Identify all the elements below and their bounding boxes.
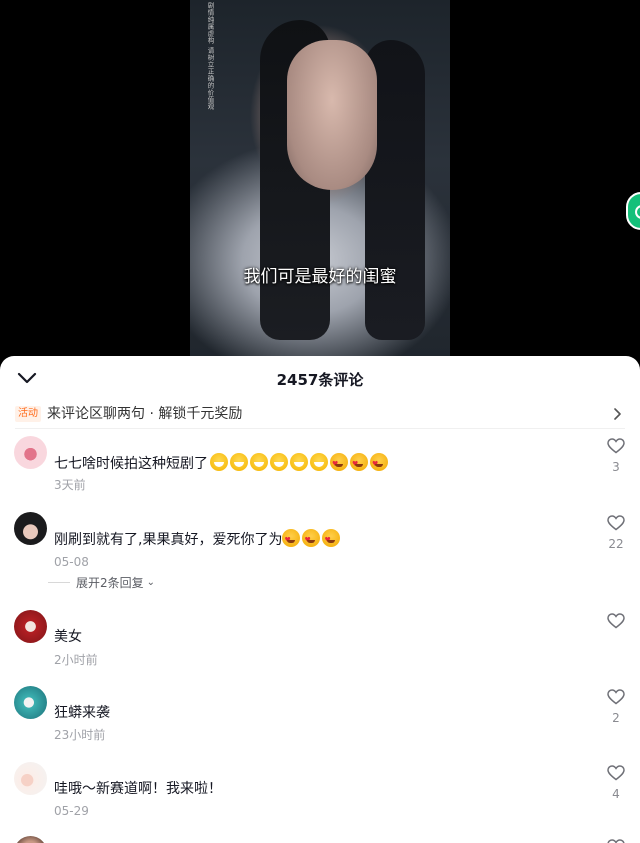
video-player[interactable]: 剧情纯属虚构 请树立正确的价值观 我们可是最好的闺蜜 [0, 0, 640, 360]
avatar[interactable] [14, 762, 47, 795]
like-button[interactable]: 3 [604, 438, 628, 474]
like-count: 3 [612, 460, 620, 474]
comment-item[interactable] [0, 834, 640, 843]
avatar[interactable] [14, 436, 47, 469]
promo-text: 来评论区聊两句 · 解锁千元奖励 [47, 406, 243, 422]
comment-time: 23小时前 [54, 728, 106, 742]
heart-icon [607, 613, 625, 629]
laughing-emoji-icon [270, 453, 288, 471]
video-frame[interactable]: 剧情纯属虚构 请树立正确的价值观 我们可是最好的闺蜜 [190, 0, 450, 360]
video-subtitle: 我们可是最好的闺蜜 [243, 267, 397, 287]
divider [48, 582, 70, 583]
comment-count-title: 2457条评论 [276, 371, 364, 389]
comment-time: 05-29 [54, 804, 89, 818]
laughing-emoji-icon [210, 453, 228, 471]
like-button[interactable]: 4 [604, 765, 628, 801]
like-count: 22 [608, 537, 624, 551]
heart-icon [607, 689, 625, 705]
comment-time: 05-08 [54, 555, 89, 569]
comment-text: 刚刷到就有了,果果真好，爱死你了为 [54, 529, 342, 550]
comment-emojis [210, 453, 390, 474]
chevron-down-icon: ⌄ [146, 577, 156, 588]
laughing-emoji-icon [230, 453, 248, 471]
video-disclaimer: 剧情纯属虚构 请树立正确的价值观 [206, 2, 214, 110]
avatar[interactable] [14, 610, 47, 643]
comment-time: 2小时前 [54, 653, 98, 667]
comment-item[interactable]: 狂蟒来袭 23小时前 2 [0, 684, 640, 749]
heart-eyes-emoji-icon [302, 529, 321, 550]
laughing-emoji-icon [310, 453, 328, 471]
like-button[interactable] [604, 839, 628, 843]
comment-text: 狂蟒来袭 [54, 705, 110, 721]
comment-item[interactable]: 七七啥时候拍这种短剧了 3天前 3 [0, 434, 640, 504]
heart-eyes-emoji-icon [370, 453, 388, 474]
avatar[interactable] [14, 512, 47, 545]
heart-eyes-emoji-icon [282, 529, 301, 550]
promo-badge: 活动 [15, 406, 41, 422]
heart-icon [607, 765, 625, 781]
heart-icon [607, 515, 625, 531]
heart-icon [607, 438, 625, 454]
divider [15, 428, 625, 429]
like-count: 2 [612, 711, 620, 725]
like-count: 4 [612, 787, 620, 801]
heart-eyes-emoji-icon [330, 453, 348, 474]
laughing-emoji-icon [250, 453, 268, 471]
comment-item[interactable]: 哇哦～新赛道啊！我来啦！ 05-29 4 [0, 760, 640, 825]
floating-side-button[interactable] [626, 192, 640, 230]
laughing-emoji-icon [290, 453, 308, 471]
like-button[interactable] [604, 613, 628, 635]
comment-time: 3天前 [54, 478, 86, 492]
avatar[interactable] [14, 836, 47, 843]
like-button[interactable]: 22 [604, 515, 628, 551]
comment-text-content: 七七啥时候拍这种短剧了 [54, 456, 208, 472]
heart-eyes-emoji-icon [350, 453, 368, 474]
comment-text-content: 刚刷到就有了,果果真好，爱死你了为 [54, 532, 283, 548]
comment-item[interactable]: 美女 2小时前 [0, 608, 640, 673]
comment-sheet: 2457条评论 活动 来评论区聊两句 · 解锁千元奖励 七七啥时候拍这种短剧了 … [0, 356, 640, 843]
comment-text: 哇哦～新赛道啊！我来啦！ [54, 781, 222, 797]
right-arrow-icon [614, 408, 621, 420]
expand-replies-button[interactable]: 展开2条回复 ⌄ [48, 574, 155, 591]
video-figure-face [287, 40, 377, 190]
expand-replies-label: 展开2条回复 [76, 576, 144, 590]
sheet-header: 2457条评论 [0, 356, 640, 400]
promo-banner[interactable]: 活动 来评论区聊两句 · 解锁千元奖励 [0, 400, 640, 428]
like-button[interactable]: 2 [604, 689, 628, 725]
comment-text: 美女 [54, 629, 82, 645]
comment-text: 七七啥时候拍这种短剧了 [54, 453, 390, 474]
heart-icon [607, 839, 625, 843]
avatar[interactable] [14, 686, 47, 719]
comment-emojis [282, 529, 342, 550]
comment-item[interactable]: 刚刷到就有了,果果真好，爱死你了为 05-08 展开2条回复 ⌄ 22 [0, 510, 640, 600]
heart-eyes-emoji-icon [322, 529, 341, 550]
